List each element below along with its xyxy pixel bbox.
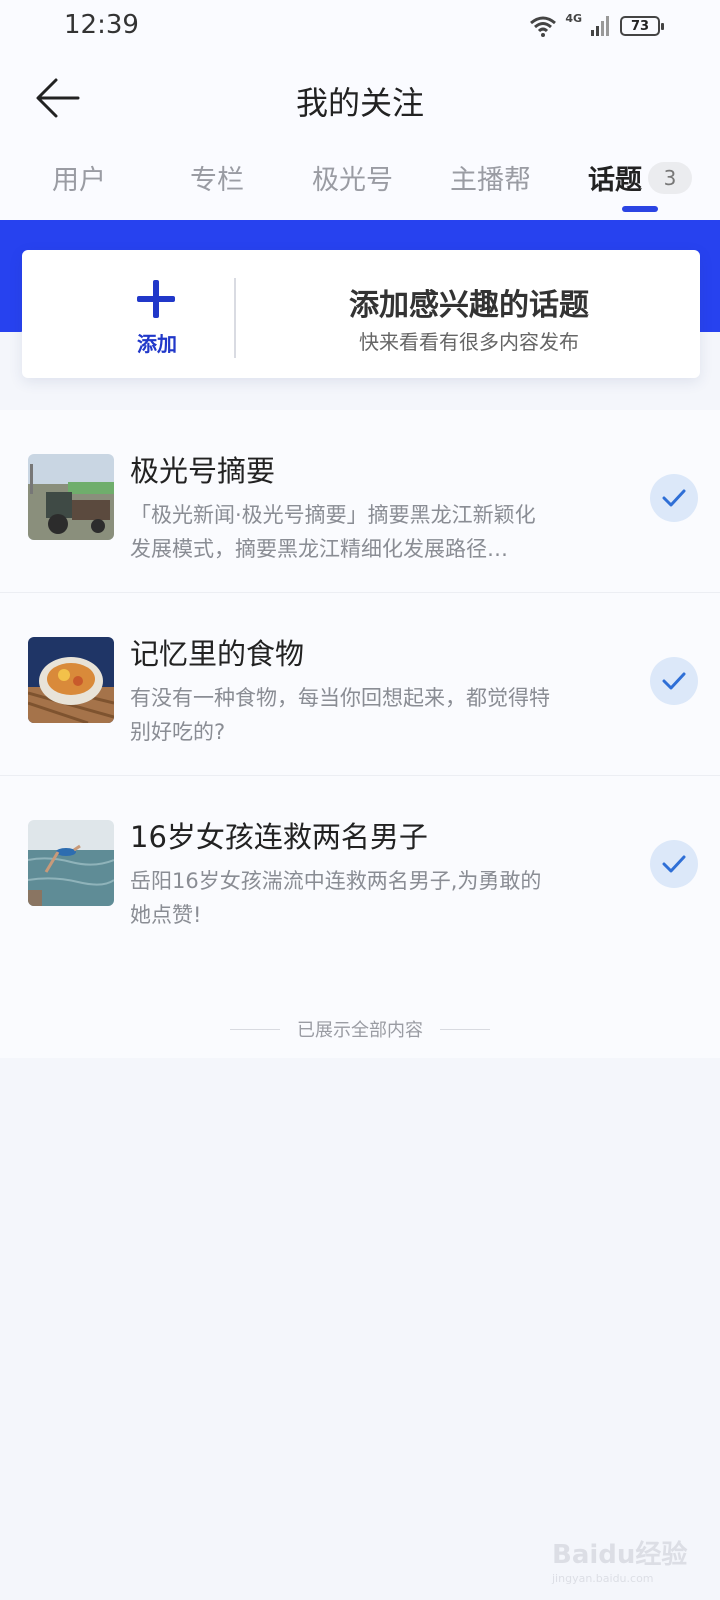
tab-users[interactable]: 用户	[52, 158, 106, 197]
topic-thumbnail-tractor	[28, 454, 114, 540]
topic-title: 16岁女孩连救两名男子	[130, 820, 428, 854]
watermark-logo-text: Baidu经验	[552, 1540, 688, 1570]
topic-thumbnail-diving	[28, 820, 114, 906]
topic-description: 「极光新闻·极光号摘要」摘要黑龙江新颖化发展模式，摘要黑龙江精细化发展路径…	[130, 503, 536, 561]
wifi-icon	[530, 16, 557, 37]
network-type-label: 4G	[565, 11, 582, 25]
tab-topics[interactable]: 话题	[588, 158, 642, 197]
add-card-title: 添加感兴趣的话题	[349, 288, 589, 323]
topic-item[interactable]: 记忆里的食物 有没有一种食物，每当你回想起来，都觉得特别好吃的?	[0, 593, 720, 776]
tab-anchors[interactable]: 主播帮	[450, 158, 531, 197]
topic-list: 极光号摘要 「极光新闻·极光号摘要」摘要黑龙江新颖化发展模式，摘要黑龙江精细化发…	[0, 410, 720, 959]
tab-topics-count-badge: 3	[648, 162, 692, 194]
check-icon	[662, 855, 686, 873]
topic-title: 极光号摘要	[130, 454, 276, 488]
topic-description: 岳阳16岁女孩湍流中连救两名男子,为勇敢的她点赞!	[130, 869, 542, 927]
page-title: 我的关注	[295, 84, 424, 122]
end-line-right	[440, 1029, 490, 1030]
status-time: 12:39	[64, 10, 139, 40]
battery-icon: 73	[620, 16, 664, 36]
add-card-subtitle: 快来看看有很多内容发布	[359, 330, 579, 354]
card-divider	[234, 278, 236, 358]
topic-thumbnail-noodles	[28, 637, 114, 723]
signal-icon	[591, 16, 609, 36]
topic-item[interactable]: 极光号摘要 「极光新闻·极光号摘要」摘要黑龙江新颖化发展模式，摘要黑龙江精细化发…	[0, 410, 720, 593]
battery-level: 73	[630, 18, 650, 34]
add-label: 添加	[137, 332, 177, 356]
active-tab-indicator	[622, 206, 658, 212]
followed-check-button[interactable]	[650, 474, 698, 522]
followed-check-button[interactable]	[650, 657, 698, 705]
baidu-jingyan-watermark: Baidu经验 jingyan.baidu.com	[552, 1520, 692, 1590]
topic-title: 记忆里的食物	[130, 637, 305, 671]
topic-description: 有没有一种食物，每当你回想起来，都觉得特别好吃的?	[130, 686, 550, 744]
add-topic-card: 添加 添加感兴趣的话题 快来看看有很多内容发布	[22, 250, 700, 378]
plus-icon	[137, 280, 175, 318]
tab-columns[interactable]: 专栏	[190, 158, 244, 197]
watermark-url: jingyan.baidu.com	[552, 1572, 654, 1585]
tab-bar: 用户 专栏 极光号 主播帮 话题 3	[0, 150, 720, 216]
status-bar: 12:39 4G 73	[0, 0, 720, 52]
followed-check-button[interactable]	[650, 840, 698, 888]
end-of-list: 已展示全部内容	[0, 958, 720, 1058]
check-icon	[662, 672, 686, 690]
tab-jiguang-accounts[interactable]: 极光号	[312, 158, 393, 197]
add-topic-button[interactable]: 添加	[82, 270, 232, 360]
topic-item[interactable]: 16岁女孩连救两名男子 岳阳16岁女孩湍流中连救两名男子,为勇敢的她点赞!	[0, 776, 720, 959]
header: 我的关注	[0, 52, 720, 148]
end-of-list-text: 已展示全部内容	[297, 1020, 423, 1041]
status-icons: 4G 73	[529, 10, 664, 42]
check-icon	[662, 489, 686, 507]
